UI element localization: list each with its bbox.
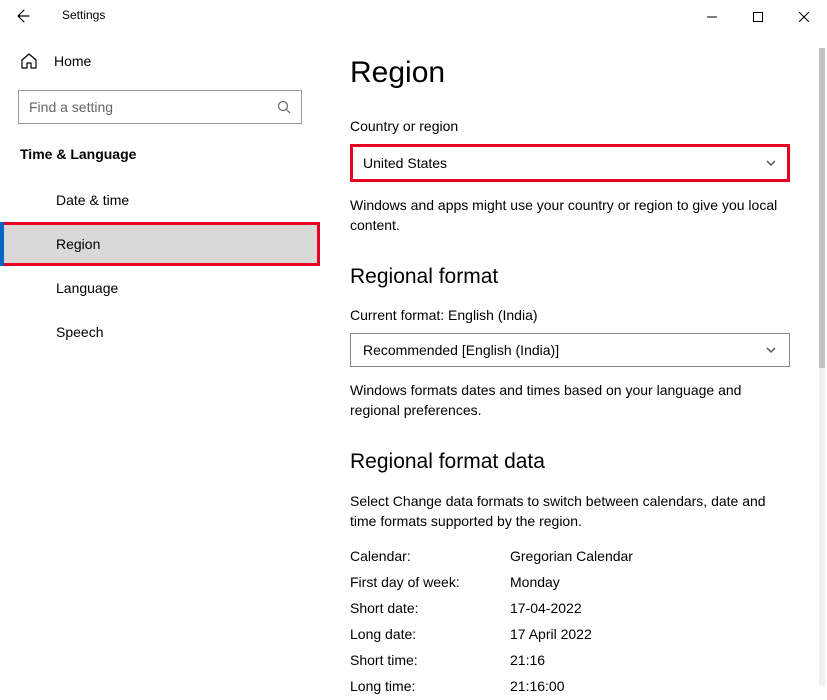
table-row: Short time:21:16 <box>350 652 789 668</box>
home-label: Home <box>54 53 91 69</box>
country-desc: Windows and apps might use your country … <box>350 196 789 235</box>
sidebar: Home Find a setting Time & Language Date… <box>0 34 320 700</box>
window-title: Settings <box>62 8 105 22</box>
format-data-table: Calendar:Gregorian Calendar First day of… <box>350 548 789 694</box>
format-desc: Windows formats dates and times based on… <box>350 381 789 420</box>
country-label: Country or region <box>350 118 789 134</box>
search-input[interactable]: Find a setting <box>18 90 302 124</box>
back-button[interactable] <box>14 8 34 28</box>
country-dropdown[interactable]: United States <box>350 144 790 182</box>
globe-icon <box>20 235 38 253</box>
country-value: United States <box>363 155 447 171</box>
format-value: Recommended [English (India)] <box>363 342 559 358</box>
sidebar-item-speech[interactable]: Speech <box>0 310 320 354</box>
current-format-label: Current format: English (India) <box>350 307 789 323</box>
minimize-icon <box>707 12 717 22</box>
main-content: Region Country or region United States W… <box>320 34 827 700</box>
home-link[interactable]: Home <box>0 46 320 76</box>
search-placeholder: Find a setting <box>29 99 113 115</box>
page-title: Region <box>350 56 789 90</box>
close-button[interactable] <box>781 0 827 34</box>
sidebar-item-label: Region <box>56 236 100 252</box>
sidebar-item-label: Language <box>56 280 118 296</box>
maximize-icon <box>753 12 763 22</box>
format-data-desc: Select Change data formats to switch bet… <box>350 492 789 531</box>
language-icon: A字 <box>20 279 38 297</box>
format-data-heading: Regional format data <box>350 450 789 474</box>
close-icon <box>799 12 809 22</box>
sidebar-item-date-time[interactable]: Date & time <box>0 178 320 222</box>
vertical-scrollbar[interactable] <box>817 34 827 700</box>
maximize-button[interactable] <box>735 0 781 34</box>
scrollbar-thumb[interactable] <box>819 48 825 368</box>
minimize-button[interactable] <box>689 0 735 34</box>
regional-format-heading: Regional format <box>350 265 789 289</box>
table-row: Long time:21:16:00 <box>350 678 789 694</box>
sidebar-item-label: Speech <box>56 324 103 340</box>
chevron-down-icon <box>765 157 777 169</box>
sidebar-section-title: Time & Language <box>0 146 320 162</box>
title-bar: Settings <box>0 0 827 34</box>
sidebar-item-language[interactable]: A字 Language <box>0 266 320 310</box>
microphone-icon <box>20 323 38 341</box>
search-icon <box>277 100 291 114</box>
home-icon <box>20 52 38 70</box>
table-row: Long date:17 April 2022 <box>350 626 789 642</box>
table-row: Short date:17-04-2022 <box>350 600 789 616</box>
table-row: Calendar:Gregorian Calendar <box>350 548 789 564</box>
chevron-down-icon <box>765 344 777 356</box>
sidebar-item-label: Date & time <box>56 192 129 208</box>
calendar-clock-icon <box>20 191 38 209</box>
sidebar-item-region[interactable]: Region <box>0 222 320 266</box>
format-dropdown[interactable]: Recommended [English (India)] <box>350 333 790 367</box>
table-row: First day of week:Monday <box>350 574 789 590</box>
arrow-left-icon <box>14 8 30 24</box>
